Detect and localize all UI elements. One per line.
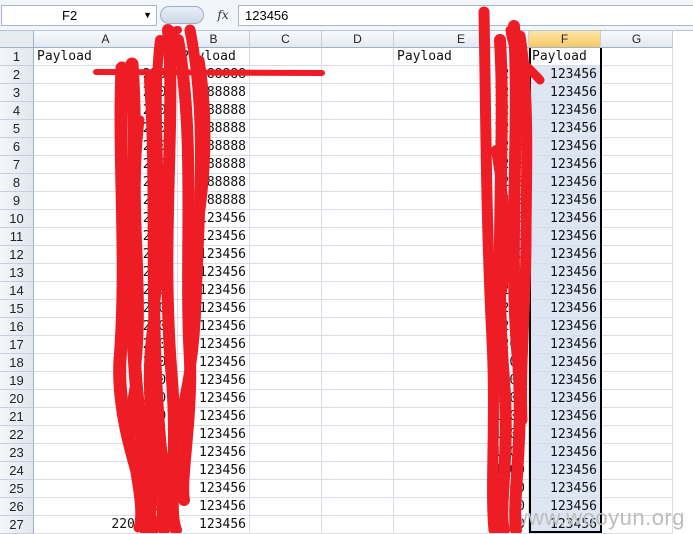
red-scribble-redaction bbox=[93, 6, 545, 533]
